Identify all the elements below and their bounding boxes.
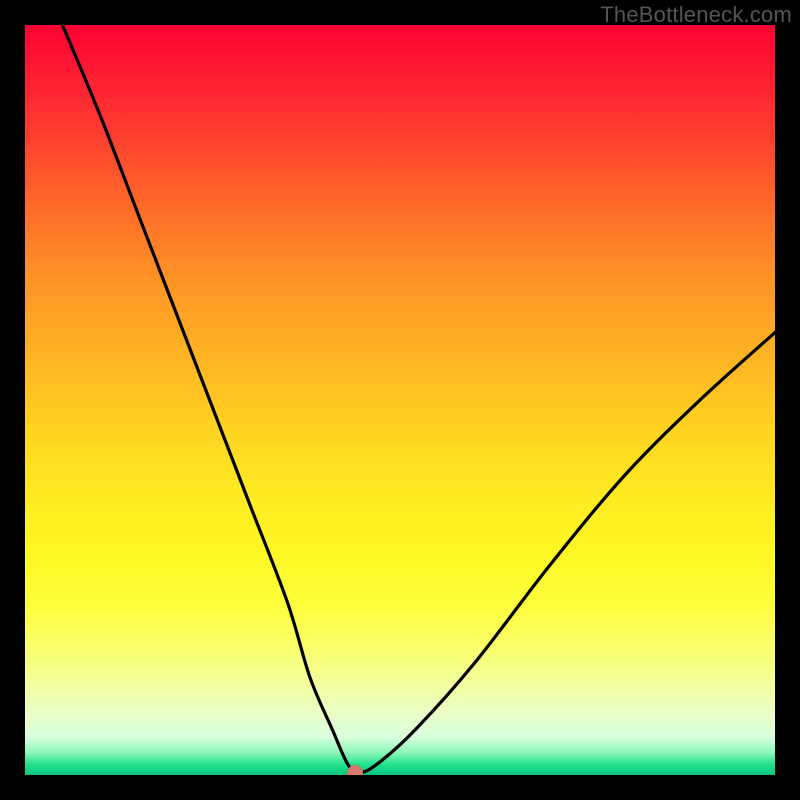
bottleneck-curve xyxy=(25,25,775,775)
watermark-text: TheBottleneck.com xyxy=(600,2,792,28)
optimal-point-marker xyxy=(347,765,363,775)
plot-area xyxy=(25,25,775,775)
chart-frame: TheBottleneck.com xyxy=(0,0,800,800)
